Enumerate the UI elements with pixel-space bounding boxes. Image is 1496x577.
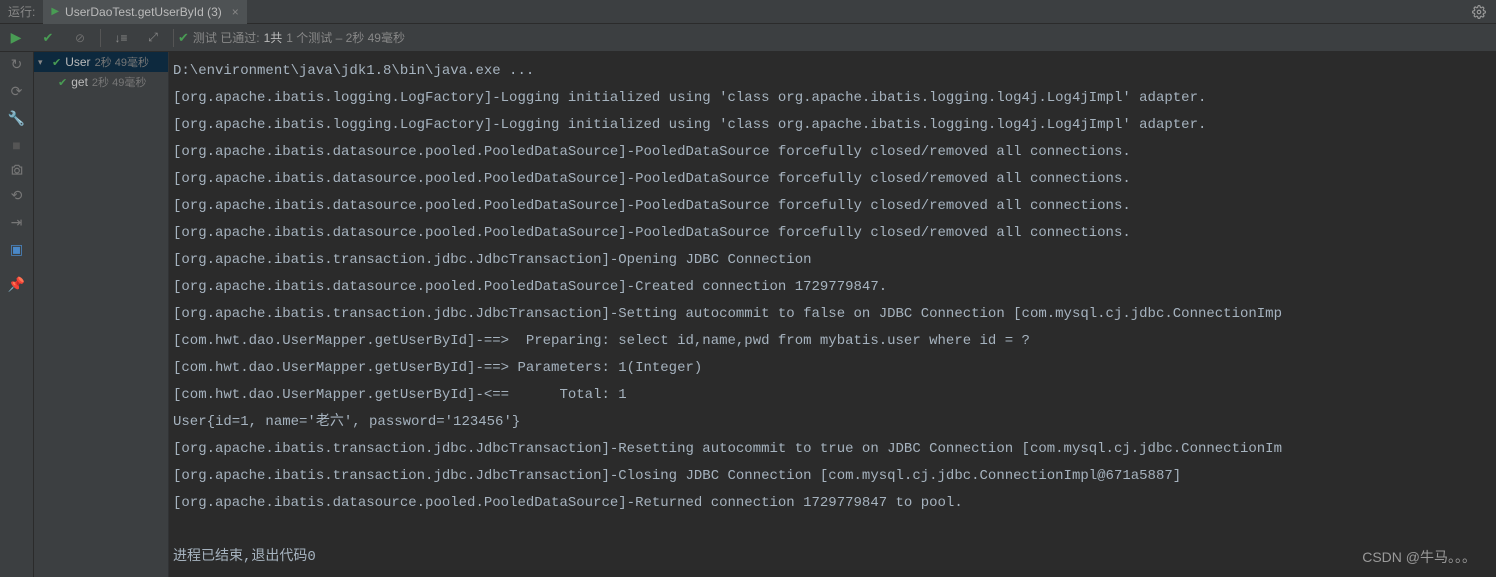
run-tab[interactable]: ▶ UserDaoTest.getUserById (3) × <box>43 0 246 24</box>
rerun-failed-icon[interactable]: ↻ <box>11 56 23 73</box>
tree-child-row[interactable]: ✔ get 2秒 49毫秒 <box>34 72 168 92</box>
status-prefix: 测试 已通过: <box>193 29 260 46</box>
top-tab-bar: 运行: ▶ UserDaoTest.getUserById (3) × <box>0 0 1496 24</box>
status-count: 1共 <box>264 29 283 46</box>
rerun-button[interactable]: ▶ <box>4 26 28 50</box>
pin-icon[interactable]: 📌 <box>8 276 25 293</box>
tree-child-time: 2秒 49毫秒 <box>92 74 146 90</box>
divider <box>173 29 174 47</box>
stop-icon[interactable]: ■ <box>12 137 20 153</box>
console-output[interactable]: D:\environment\java\jdk1.8\bin\java.exe … <box>169 52 1496 577</box>
tree-root-row[interactable]: ▾ ✔ User 2秒 49毫秒 <box>34 52 168 72</box>
close-icon[interactable]: × <box>232 5 239 19</box>
wrench-icon[interactable]: 🔧 <box>8 110 25 127</box>
play-icon: ▶ <box>51 6 59 17</box>
toggle-auto-icon[interactable]: ⟳ <box>11 83 23 100</box>
check-icon: ✔ <box>52 56 61 69</box>
check-icon: ✔ <box>58 76 67 89</box>
layout-icon[interactable]: ▣ <box>10 241 23 258</box>
gear-icon[interactable] <box>1472 5 1486 19</box>
console-text: D:\environment\java\jdk1.8\bin\java.exe … <box>173 58 1492 571</box>
history-icon[interactable]: ⟲ <box>11 187 23 204</box>
tree-child-name: get <box>71 75 88 89</box>
divider <box>100 29 101 47</box>
expand-button[interactable]: ⤢ <box>141 26 165 50</box>
test-toolbar: ▶ ✔ ⊘ ↓≡ ⤢ ✔ 测试 已通过: 1共 1 个测试 – 2秒 49毫秒 <box>0 24 1496 52</box>
test-tree: ▾ ✔ User 2秒 49毫秒 ✔ get 2秒 49毫秒 <box>34 52 169 577</box>
watermark: CSDN @牛马。。。 <box>1362 547 1476 567</box>
export-icon[interactable]: ⇥ <box>11 214 23 231</box>
sort-button[interactable]: ↓≡ <box>109 26 133 50</box>
chevron-down-icon: ▾ <box>38 57 48 68</box>
tree-root-time: 2秒 49毫秒 <box>95 54 149 70</box>
toggle-ignored-button[interactable]: ⊘ <box>68 26 92 50</box>
camera-icon[interactable] <box>10 163 24 177</box>
check-icon: ✔ <box>178 30 189 46</box>
toggle-passed-button[interactable]: ✔ <box>36 26 60 50</box>
test-status: ✔ 测试 已通过: 1共 1 个测试 – 2秒 49毫秒 <box>178 29 405 46</box>
tab-title: UserDaoTest.getUserById (3) <box>65 5 222 19</box>
run-label: 运行: <box>0 3 43 20</box>
tree-root-name: User <box>65 55 90 69</box>
status-suffix: 1 个测试 – 2秒 49毫秒 <box>286 29 405 46</box>
left-icon-column: ↻ ⟳ 🔧 ■ ⟲ ⇥ ▣ 📌 <box>0 52 34 577</box>
main-area: ↻ ⟳ 🔧 ■ ⟲ ⇥ ▣ 📌 ▾ ✔ User 2秒 49毫秒 ✔ get 2… <box>0 52 1496 577</box>
